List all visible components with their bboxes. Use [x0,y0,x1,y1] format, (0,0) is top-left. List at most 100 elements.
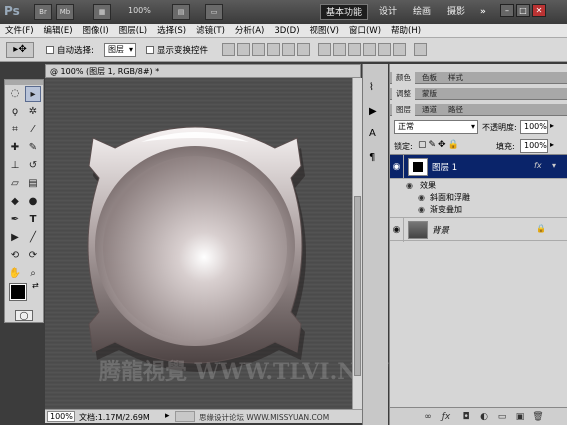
align-vcenter-icon[interactable] [237,43,250,56]
quick-select-tool-icon[interactable]: ✲ [25,104,41,120]
arrange-documents-icon[interactable]: ▤ [172,4,190,20]
auto-select-dropdown[interactable]: 图层 ▾ [104,43,136,57]
history-brush-tool-icon[interactable]: ↺ [25,158,41,174]
adjustment-layer-icon[interactable]: ◐ [478,411,490,423]
menu-3d[interactable]: 3D(D) [269,24,304,37]
dodge-tool-icon[interactable]: ● [25,194,41,210]
brush-tool-icon[interactable]: ✎ [25,140,41,156]
menu-image[interactable]: 图像(I) [78,24,114,37]
zoom-field[interactable]: 100% [47,411,75,422]
paragraph-panel-icon[interactable]: ¶ [369,152,375,163]
document-canvas[interactable]: 腾龍視覺 WWW.TLVI.NET [45,78,391,409]
marquee-tool-icon[interactable]: ◌ [7,86,23,102]
gradient-eye-icon[interactable]: ◉ [418,204,425,216]
distribute-vcenter-icon[interactable] [333,43,346,56]
lock-icons[interactable]: ▢✎✥🔒 [418,140,461,150]
fill-input[interactable]: 100% [520,139,548,153]
clone-stamp-tool-icon[interactable]: ⊥ [7,158,23,174]
link-layers-icon[interactable]: ∞ [422,411,434,423]
swap-colors-icon[interactable]: ⇄ [32,281,39,290]
expand-effects-icon[interactable]: ▾ [552,161,556,170]
add-mask-icon[interactable]: ◘ [460,411,472,423]
history-panel-icon[interactable]: ⌇ [369,82,374,93]
screen-mode-icon[interactable]: ▭ [205,4,223,20]
gradient-tool-icon[interactable]: ▤ [25,176,41,192]
blend-mode-dropdown[interactable]: 正常 ▾ [394,120,478,134]
layer-name[interactable]: 图层 1 [432,161,457,173]
minimize-button[interactable]: – [500,4,514,17]
menu-window[interactable]: 窗口(W) [344,24,386,37]
tab-swatches[interactable]: 色板 [418,72,441,84]
effects-row[interactable]: ◉ 效果 [404,180,567,192]
maximize-button[interactable]: □ [516,4,530,17]
eraser-tool-icon[interactable]: ▱ [7,176,23,192]
menu-view[interactable]: 视图(V) [305,24,344,37]
layer-name[interactable]: 背景 [432,224,449,236]
workspace-painting[interactable]: 绘画 [408,4,436,20]
align-left-icon[interactable] [267,43,280,56]
scrollbar-thumb[interactable] [354,196,361,376]
menu-analysis[interactable]: 分析(A) [230,24,269,37]
distribute-right-icon[interactable] [393,43,406,56]
eyedropper-tool-icon[interactable]: ⁄ [25,122,41,138]
healing-brush-tool-icon[interactable]: ✚ [7,140,23,156]
visibility-eye-icon[interactable]: ◉ [390,155,404,179]
tab-color[interactable]: 颜色 [392,72,415,84]
align-bottom-icon[interactable] [252,43,265,56]
opacity-arrow-icon[interactable]: ▸ [550,121,554,130]
pen-tool-icon[interactable]: ✒ [7,212,23,228]
path-selection-tool-icon[interactable]: ▶ [7,230,23,246]
auto-select-checkbox[interactable] [46,46,54,54]
menu-file[interactable]: 文件(F) [0,24,39,37]
3d-orbit-tool-icon[interactable]: ⟳ [25,248,41,264]
layer-row-selected[interactable]: ◉ 图层 1 fx ▾ [390,155,567,179]
distribute-left-icon[interactable] [363,43,376,56]
opacity-input[interactable]: 100% [520,120,548,134]
tab-channels[interactable]: 通道 [418,104,441,116]
delete-layer-icon[interactable]: 🗑 [532,411,544,423]
new-group-icon[interactable]: ▭ [496,411,508,423]
move-tool-icon[interactable]: ▸ [25,86,41,102]
menu-filter[interactable]: 滤镜(T) [191,24,230,37]
align-hcenter-icon[interactable] [282,43,295,56]
tab-masks[interactable]: 蒙版 [418,88,441,100]
bevel-eye-icon[interactable]: ◉ [418,192,425,204]
foreground-color-swatch[interactable] [9,283,27,301]
view-extras-icon[interactable]: ▦ [93,4,111,20]
new-layer-icon[interactable]: ▣ [514,411,526,423]
effects-eye-icon[interactable]: ◉ [406,180,413,192]
effect-bevel-emboss[interactable]: ◉ 斜面和浮雕 [404,192,567,204]
workspace-photography[interactable]: 摄影 [442,4,470,20]
document-tab[interactable]: @ 100% (图层 1, RGB/8#) * [45,64,361,78]
distribute-hcenter-icon[interactable] [378,43,391,56]
vertical-scrollbar[interactable] [352,78,362,409]
more-workspaces-button[interactable]: » [475,4,491,20]
distribute-bottom-icon[interactable] [348,43,361,56]
align-right-icon[interactable] [297,43,310,56]
fx-icon[interactable]: fx [534,161,542,170]
3d-rotate-tool-icon[interactable]: ⟲ [7,248,23,264]
align-top-icon[interactable] [222,43,235,56]
character-panel-icon[interactable]: A [369,128,376,139]
effect-gradient-overlay[interactable]: ◉ 渐变叠加 [404,204,567,216]
layer-row-background[interactable]: ◉ 背景 🔒 [390,217,567,242]
actions-panel-icon[interactable]: ▶ [369,106,377,117]
menu-layer[interactable]: 图层(L) [114,24,152,37]
workspace-design[interactable]: 设计 [374,4,402,20]
tools-panel-header[interactable] [5,80,43,85]
fill-arrow-icon[interactable]: ▸ [550,140,554,149]
blur-tool-icon[interactable]: ◆ [7,194,23,210]
add-style-icon[interactable]: ƒx [440,411,452,423]
mini-bridge-icon[interactable]: Mb [56,4,74,20]
zoom-level[interactable]: 100% [128,6,151,15]
tab-adjustments[interactable]: 调整 [392,88,415,100]
shape-tool-icon[interactable]: ╱ [25,230,41,246]
bridge-icon[interactable]: Br [34,4,52,20]
menu-help[interactable]: 帮助(H) [386,24,426,37]
tab-styles[interactable]: 样式 [444,72,467,84]
auto-align-icon[interactable] [414,43,427,56]
horizontal-scrollbar[interactable] [175,411,195,422]
lasso-tool-icon[interactable]: ϙ [7,104,23,120]
menu-edit[interactable]: 编辑(E) [39,24,78,37]
type-tool-icon[interactable]: T [25,212,41,228]
